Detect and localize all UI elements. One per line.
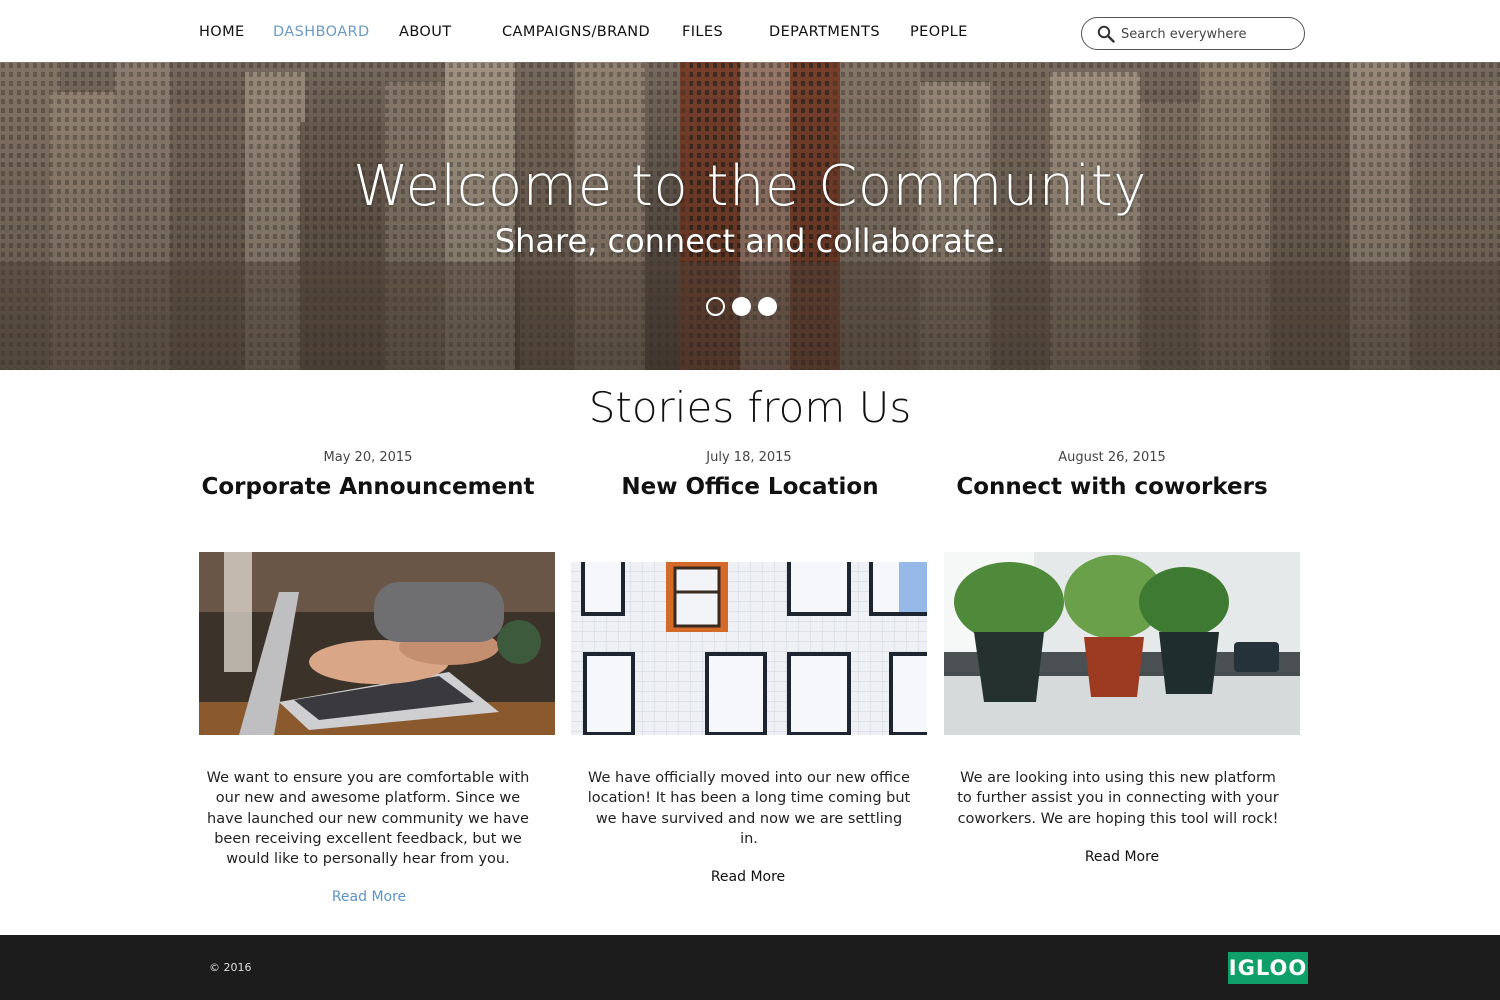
laptop-typing-photo[interactable] <box>199 552 555 735</box>
story-date: August 26, 2015 <box>1058 450 1166 465</box>
story-title[interactable]: New Office Location <box>573 474 927 500</box>
story-date: May 20, 2015 <box>323 450 413 465</box>
nav-home[interactable]: HOME <box>199 24 245 40</box>
story-date: July 18, 2015 <box>706 450 792 465</box>
footer: © 2016 IGLOO <box>0 935 1500 1000</box>
carousel-dot-3[interactable] <box>758 297 777 316</box>
read-more-link[interactable]: Read More <box>944 849 1300 865</box>
story-card-connect-with-coworkers: August 26, 2015 Connect with coworkers W… <box>944 450 1300 865</box>
stories-heading: Stories from Us <box>588 383 912 432</box>
read-more-link[interactable]: Read More <box>191 889 547 905</box>
copyright-text: © 2016 <box>209 961 252 974</box>
search-input[interactable] <box>1121 23 1291 45</box>
story-title[interactable]: Corporate Announcement <box>181 474 555 500</box>
story-body: We have officially moved into our new of… <box>587 770 911 847</box>
nav-about[interactable]: ABOUT <box>399 24 452 40</box>
story-body: We are looking into using this new platf… <box>957 770 1279 827</box>
nav-dashboard[interactable]: DASHBOARD <box>273 24 370 40</box>
top-nav: HOME DASHBOARD ABOUT CAMPAIGNS/BRAND FIL… <box>0 0 1500 62</box>
read-more-link[interactable]: Read More <box>570 869 926 885</box>
nav-campaigns-brand[interactable]: CAMPAIGNS/BRAND <box>502 24 650 40</box>
search-box[interactable] <box>1081 17 1305 50</box>
carousel-dot-2[interactable] <box>732 297 751 316</box>
story-card-new-office-location: July 18, 2015 New Office Location We hav… <box>571 450 927 885</box>
nav-files[interactable]: FILES <box>682 24 723 40</box>
nav-departments[interactable]: DEPARTMENTS <box>769 24 880 40</box>
story-body: We want to ensure you are comfortable wi… <box>206 770 530 868</box>
carousel-dot-1[interactable] <box>706 297 725 316</box>
igloo-logo[interactable]: IGLOO <box>1228 952 1308 984</box>
carousel-indicators <box>706 297 786 317</box>
hero-banner: Welcome to the Community Share, connect … <box>0 62 1500 370</box>
story-card-corporate-announcement: May 20, 2015 Corporate Announcement We w… <box>199 450 555 905</box>
potted-plants-photo[interactable] <box>944 552 1300 735</box>
nav-people[interactable]: PEOPLE <box>910 24 968 40</box>
hero-title: Welcome to the Community <box>353 154 1147 219</box>
hero-subtitle: Share, connect and collaborate. <box>494 222 1006 260</box>
story-title[interactable]: Connect with coworkers <box>924 474 1300 500</box>
building-windows-photo[interactable] <box>571 562 927 735</box>
search-icon <box>1097 25 1115 43</box>
